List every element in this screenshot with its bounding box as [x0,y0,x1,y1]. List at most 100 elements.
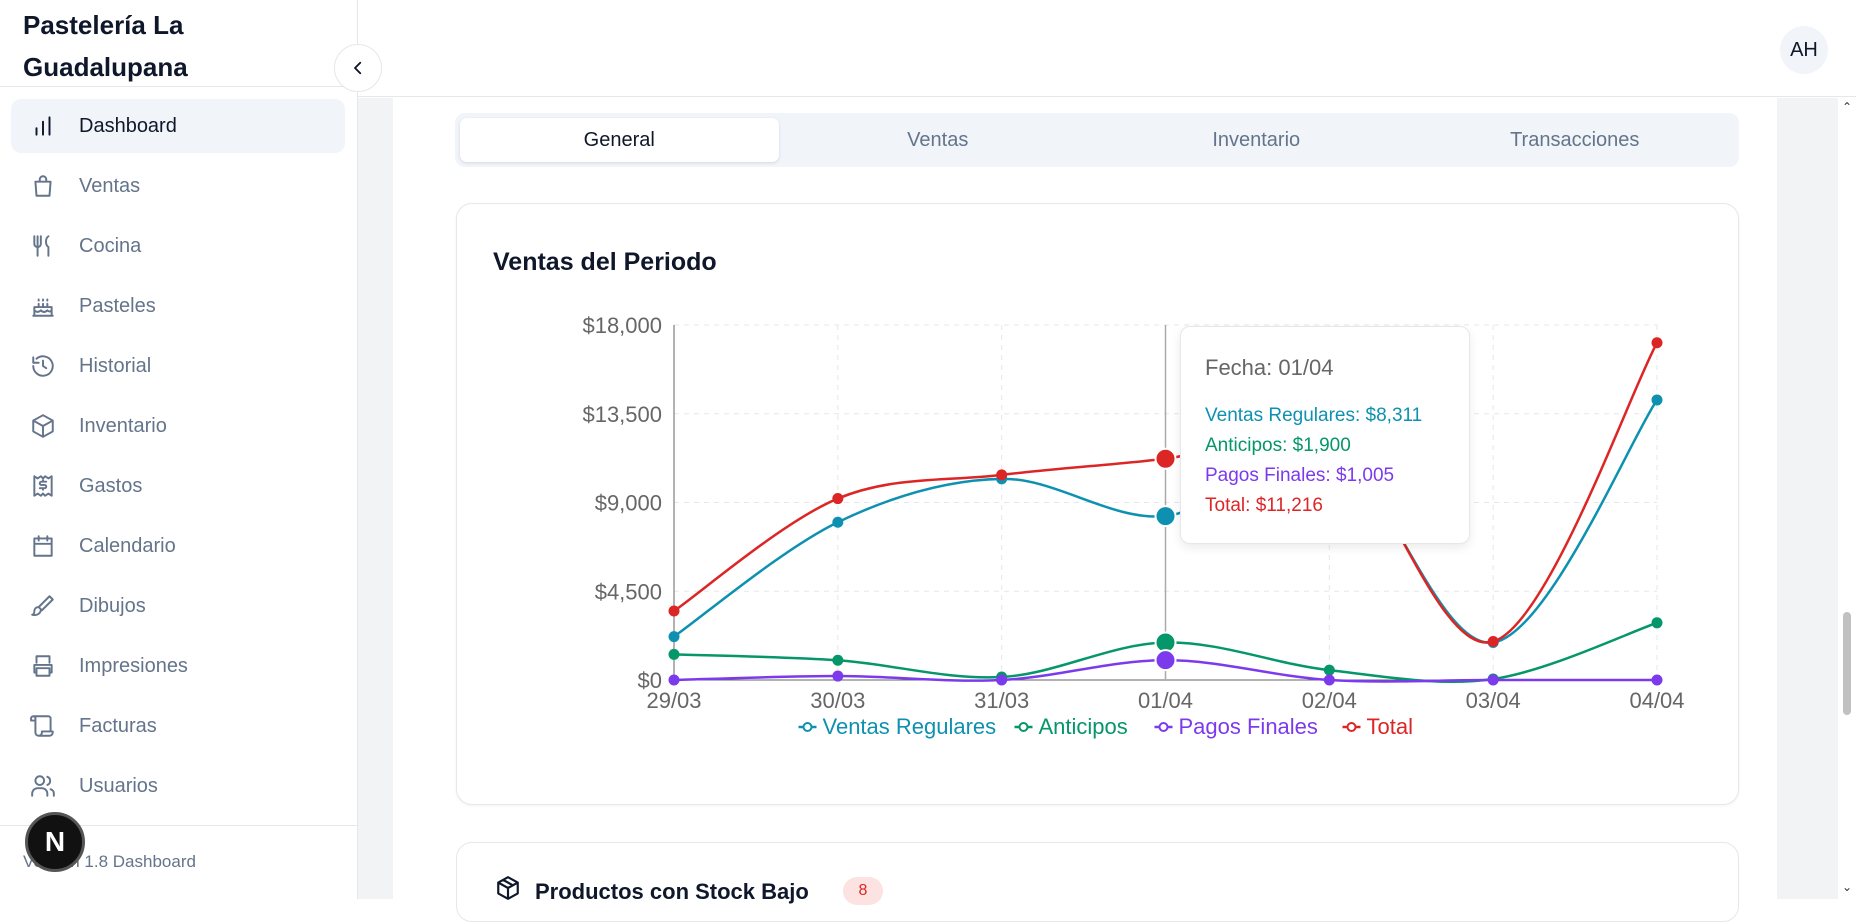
calendar-icon [29,532,57,560]
tooltip-date: Fecha: 01/04 [1205,355,1334,380]
collapse-sidebar-button[interactable] [334,44,382,92]
data-point-pagos-finales[interactable] [668,674,680,686]
scrollbar[interactable] [1838,98,1856,899]
scroll-down-icon[interactable]: ⌄ [1838,880,1856,894]
y-tick-label: $18,000 [582,313,662,338]
tab-general[interactable]: General [460,118,779,162]
sidebar-item-label: Impresiones [79,654,188,677]
shopping-bag-icon [29,172,57,200]
package-icon [29,412,57,440]
sidebar-nav: Dashboard Ventas Cocina Pasteles Historial In… [0,87,357,813]
sidebar-item-label: Facturas [79,714,157,737]
sales-line-chart: $0$4,500$9,000$13,500$18,00029/03 30/03 31… [582,313,1684,739]
brush-icon [29,592,57,620]
x-tick-label: 31/03 [974,688,1029,713]
data-point-anticipos[interactable] [1651,617,1663,629]
low-stock-card: Productos con Stock Bajo 8 [456,842,1739,922]
sidebar-item-facturas[interactable]: Facturas [11,699,345,753]
tab-inventario[interactable]: Inventario [1097,118,1416,162]
sidebar-item-usuarios[interactable]: Usuarios [11,759,345,813]
tab-ventas[interactable]: Ventas [779,118,1098,162]
sidebar-item-historial[interactable]: Historial [11,339,345,393]
brand: Pastelería La Guadalupana [0,0,357,87]
data-point-total[interactable] [996,469,1008,481]
users-icon [29,772,57,800]
scroll-icon [29,712,57,740]
legend-marker-pagos-finales [1158,722,1169,732]
data-point-total[interactable] [832,493,844,505]
sidebar-item-label: Usuarios [79,774,158,797]
sidebar-item-label: Dashboard [79,114,177,137]
data-point-total[interactable] [668,605,680,617]
tooltip-line: Total: $11,216 [1205,495,1323,516]
x-tick-label: 01/04 [1138,688,1193,713]
sidebar-item-label: Pasteles [79,294,156,317]
tab-transacciones[interactable]: Transacciones [1416,118,1735,162]
avatar[interactable]: AH [1780,26,1828,74]
bar-chart-icon [29,112,57,140]
data-point-anticipos[interactable] [832,654,844,666]
sidebar-item-impresiones[interactable]: Impresiones [11,639,345,693]
sidebar-item-label: Ventas [79,174,141,197]
data-point-pagos-finales[interactable] [1323,674,1335,686]
data-point-ventas-regulares[interactable] [832,516,844,528]
package-icon [497,876,519,900]
scroll-up-icon[interactable]: ⌃ [1838,100,1856,114]
x-tick-label: 30/03 [810,688,865,713]
sidebar-item-calendario[interactable]: Calendario [11,519,345,573]
sidebar-item-ventas[interactable]: Ventas [11,159,345,213]
sidebar-item-dashboard[interactable]: Dashboard [11,99,345,153]
tooltip-line: Anticipos: $1,900 [1205,435,1351,456]
data-point-pagos-finales[interactable] [1154,649,1177,672]
tooltip-line: Pagos Finales: $1,005 [1205,465,1395,486]
y-tick-label: $9,000 [595,491,662,516]
legend-label-pagos-finales[interactable]: Pagos Finales [1179,714,1318,739]
data-point-anticipos[interactable] [668,648,680,660]
data-point-pagos-finales[interactable] [1651,674,1663,686]
x-tick-label: 02/04 [1302,688,1357,713]
sidebar-item-label: Cocina [79,234,142,257]
data-point-pagos-finales[interactable] [1487,674,1499,686]
history-icon [29,352,57,380]
sidebar-item-label: Inventario [79,414,167,437]
data-point-total[interactable] [1487,636,1499,648]
chart-tooltip: Fecha: 01/04 Ventas Regulares: $8,311 Ant… [1180,326,1470,544]
x-tick-label: 04/04 [1629,688,1684,713]
y-tick-label: $4,500 [595,579,662,604]
sidebar-item-label: Historial [79,354,152,377]
legend-marker-ventas-regulares [802,722,813,732]
scrollbar-thumb[interactable] [1843,612,1851,715]
sidebar-item-pasteles[interactable]: Pasteles [11,279,345,333]
x-tick-label: 03/04 [1466,688,1521,713]
printer-icon [29,652,57,680]
sidebar-item-gastos[interactable]: Gastos [11,459,345,513]
cake-icon [29,292,57,320]
low-stock-title: Productos con Stock Bajo [535,879,809,904]
data-point-pagos-finales[interactable] [832,670,844,682]
sales-period-card: Ventas del Periodo $0 $4,500 $9,000 $13,500… [456,203,1739,805]
receipt-icon [29,472,57,500]
low-stock-count-badge: 8 [843,877,883,905]
data-point-total[interactable] [1154,447,1177,470]
data-point-ventas-regulares[interactable] [1651,394,1663,406]
x-tick-label: 29/03 [646,688,701,713]
legend-marker-total [1346,722,1357,732]
data-point-ventas-regulares[interactable] [668,631,680,643]
utensils-icon [29,232,57,260]
sidebar-item-label: Dibujos [79,594,146,617]
legend-label-anticipos[interactable]: Anticipos [1039,714,1128,739]
legend-marker-anticipos [1018,722,1029,732]
sidebar-item-dibujos[interactable]: Dibujos [11,579,345,633]
brand-name: Pastelería La Guadalupana [23,10,188,82]
y-tick-label: $13,500 [582,402,662,427]
data-point-pagos-finales[interactable] [996,674,1008,686]
data-point-ventas-regulares[interactable] [1154,505,1177,528]
sidebar-item-label: Gastos [79,474,143,497]
legend-label-ventas-regulares[interactable]: Ventas Regulares [823,714,997,739]
data-point-anticipos[interactable] [1323,664,1335,676]
sidebar-item-cocina[interactable]: Cocina [11,219,345,273]
legend-label-total[interactable]: Total [1367,714,1413,739]
sidebar-item-inventario[interactable]: Inventario [11,399,345,453]
data-point-total[interactable] [1651,337,1663,349]
next-dev-indicator[interactable]: N [25,812,85,872]
